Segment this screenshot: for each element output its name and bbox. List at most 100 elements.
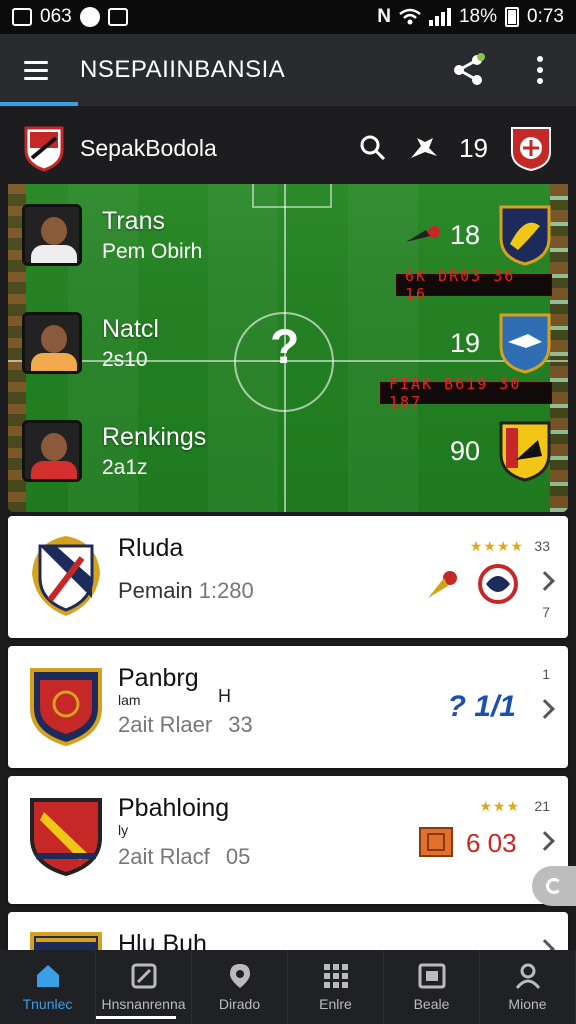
row-sub: 2a1z	[102, 455, 148, 479]
list-item-corner-bottom: 7	[542, 604, 550, 620]
team-badge-icon	[478, 564, 518, 604]
grid-icon	[323, 964, 348, 988]
nav-item-profile[interactable]: Mione	[480, 950, 576, 1024]
club-logo-icon	[24, 126, 64, 172]
search-icon[interactable]	[359, 134, 387, 162]
crowd-right	[550, 184, 568, 512]
match-card: SepakBodola 19 ? Trans Pem Obirh 18 6K D…	[8, 112, 568, 512]
nav-label: Hnsnanrenna	[101, 996, 186, 1012]
list-item-value: 6 03	[466, 828, 517, 858]
club-crest-icon	[30, 668, 102, 747]
location-pin-icon	[229, 964, 250, 988]
list-item-glyph: ? 1/1	[447, 690, 516, 723]
list-item-corner-top: 1	[542, 666, 550, 682]
nav-label: Dirado	[218, 996, 261, 1012]
row-sub: Pem Obirh	[102, 239, 203, 263]
score-ticker: 6K DR03 36 16	[396, 267, 552, 303]
nav-label: Beale	[413, 996, 450, 1012]
screenshot-icon	[107, 8, 128, 26]
player-icon	[405, 226, 440, 242]
nav-active-underline	[96, 1016, 176, 1019]
bottom-nav: Tnunlec Hnsnanrenna Dirado Enlre Beale M…	[0, 950, 576, 1024]
app-title: NSEPAIINBANSIA	[80, 56, 286, 83]
chevron-right-icon[interactable]	[535, 699, 555, 719]
row-score: 19	[449, 327, 480, 358]
team-crest-icon	[499, 313, 551, 374]
list-item-mini: lam	[118, 692, 141, 708]
wifi-icon	[399, 8, 421, 25]
row-score: 90	[449, 435, 480, 466]
share-button[interactable]	[432, 34, 504, 106]
menu-button[interactable]	[0, 34, 72, 106]
list-item-name: Panbrg	[118, 664, 199, 692]
share-icon	[454, 53, 485, 85]
refresh-icon	[546, 878, 562, 894]
nav-label: Mione	[508, 996, 547, 1012]
list-item-sub: 2ait Rlacf	[118, 844, 210, 869]
home-icon	[36, 965, 59, 987]
nav-item-grid[interactable]: Enlre	[288, 950, 384, 1024]
menu-icon	[24, 60, 48, 64]
match-row[interactable]: Natcl 2s10 19	[22, 312, 552, 374]
list-item-sub: 2ait Rlaer	[118, 712, 213, 737]
battery-icon	[505, 7, 520, 27]
list-item-mini-mark: H	[218, 686, 231, 706]
badge-icon	[419, 827, 453, 857]
list-item-name: Rluda	[118, 534, 184, 562]
list-item-sub-value: 33	[228, 712, 253, 737]
list-item-mini: ly	[118, 822, 129, 838]
gallery-icon	[12, 8, 32, 26]
profile-icon	[515, 963, 540, 989]
row-score: 18	[449, 219, 480, 250]
player-avatar	[22, 312, 82, 374]
nav-label: Tnunlec	[22, 996, 73, 1012]
rating-stars: ★★★	[479, 798, 520, 814]
row-name: Trans	[102, 206, 165, 235]
pitch: ? Trans Pem Obirh 18 6K DR03 36 16 Natcl…	[8, 184, 568, 512]
chevron-right-icon[interactable]	[535, 571, 555, 591]
team-crest-icon	[499, 421, 551, 482]
more-options-button[interactable]	[504, 34, 576, 106]
list-item-sub-value: 1:280	[198, 578, 254, 603]
player-icon	[428, 571, 457, 598]
match-card-title: SepakBodola	[80, 134, 217, 161]
player-avatar	[22, 204, 82, 266]
team-crest-icon	[511, 127, 551, 172]
refresh-button[interactable]	[532, 866, 576, 906]
list-item[interactable]: Pbahloing ly 2ait Rlacf 05 ★★★ 21 6 03	[8, 776, 568, 904]
nav-item-news[interactable]: Hnsnanrenna	[96, 950, 192, 1024]
match-row[interactable]: Trans Pem Obirh 18	[22, 204, 552, 266]
row-name: Renkings	[102, 422, 207, 451]
score-ticker: FIAK B619 30 187	[380, 375, 552, 411]
nav-item-location[interactable]: Dirado	[192, 950, 288, 1024]
header-count: 19	[459, 132, 488, 163]
clock: 0:73	[527, 6, 564, 27]
chevron-right-icon[interactable]	[535, 831, 555, 851]
status-bar: 063 N 18% 0:73	[0, 0, 576, 34]
edit-icon	[131, 963, 156, 989]
club-crest-icon	[30, 798, 102, 877]
signal-icon	[428, 8, 451, 26]
kick-icon[interactable]	[407, 134, 439, 162]
list-item[interactable]: Panbrg lam H 2ait Rlaer 33 1 ? 1/1	[8, 646, 568, 768]
list-item[interactable]: Rluda Pemain 1:280 ★★★★ 33 7	[8, 516, 568, 638]
row-sub: 2s10	[102, 347, 148, 371]
nfc-icon: N	[377, 6, 391, 27]
list-item-corner-top: 33	[534, 538, 550, 554]
battery-percent: 18%	[458, 6, 498, 27]
list-item-corner-top: 21	[534, 798, 550, 814]
list-item-name: Pbahloing	[118, 794, 230, 822]
notification-icon	[79, 7, 100, 27]
list-item-sub: Pemain	[118, 578, 193, 603]
match-card-header: SepakBodola 19	[8, 112, 568, 184]
nav-item-home[interactable]: Tnunlec	[0, 950, 96, 1024]
nav-item-scores[interactable]: Beale	[384, 950, 480, 1024]
nav-label: Enlre	[319, 996, 352, 1012]
match-row[interactable]: Renkings 2a1z 90	[22, 420, 552, 482]
player-avatar	[22, 420, 82, 482]
list-item-sub-value: 05	[225, 844, 251, 869]
scoreboard-icon	[418, 963, 445, 989]
tab-indicator	[0, 102, 78, 106]
row-name: Natcl	[102, 314, 159, 343]
status-left-text: 063	[40, 6, 72, 27]
